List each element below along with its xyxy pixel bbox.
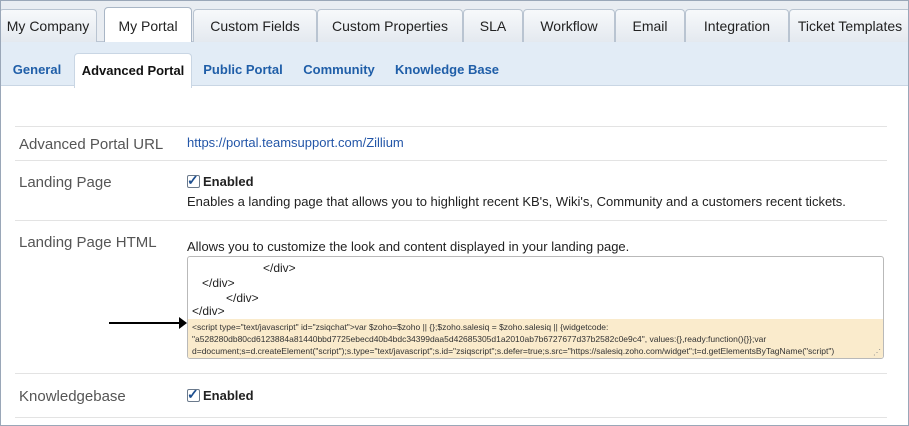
- tab-my-portal[interactable]: My Portal: [104, 7, 192, 43]
- subtab-general[interactable]: General: [11, 55, 63, 86]
- subtab-community[interactable]: Community: [303, 55, 375, 86]
- row-divider: [15, 160, 887, 161]
- sub-tab-bar: General Advanced Portal Public Portal Co…: [1, 42, 908, 88]
- arrow-right-icon: [109, 317, 187, 329]
- tab-my-company[interactable]: My Company: [1, 9, 97, 42]
- resize-handle-icon[interactable]: ⋰: [873, 348, 881, 357]
- knowledgebase-enabled-label: Enabled: [203, 388, 254, 403]
- landing-page-enabled-label: Enabled: [203, 174, 254, 189]
- script-line: d=document;s=d.createElement("script");s…: [192, 346, 835, 356]
- subtab-advanced-portal[interactable]: Advanced Portal: [74, 53, 192, 88]
- row-divider: [15, 126, 887, 127]
- script-line: <script type="text/javascript" id="zsiqc…: [192, 322, 609, 332]
- code-line: </div>: [226, 291, 259, 305]
- portal-settings-window: My Company My Portal Custom Fields Custo…: [0, 0, 909, 426]
- row-divider: [15, 417, 887, 418]
- tab-sla[interactable]: SLA: [463, 9, 523, 42]
- checkbox-checked-icon[interactable]: ✓: [187, 172, 200, 188]
- tab-custom-properties[interactable]: Custom Properties: [317, 9, 463, 42]
- tab-custom-fields[interactable]: Custom Fields: [193, 9, 317, 42]
- row-divider: [15, 220, 887, 221]
- tab-ticket-templates[interactable]: Ticket Templates: [789, 9, 908, 42]
- landing-page-enabled-checkbox[interactable]: ✓ Enabled: [187, 172, 254, 189]
- landing-page-description: Enables a landing page that allows you t…: [187, 194, 846, 209]
- landing-html-editor[interactable]: </div> </div> </div> </div> <script type…: [187, 256, 884, 359]
- code-line: </div>: [192, 304, 225, 318]
- row-divider: [15, 373, 887, 374]
- tab-integration[interactable]: Integration: [685, 9, 789, 42]
- landing-page-label: Landing Page: [19, 174, 112, 191]
- landing-html-description: Allows you to customize the look and con…: [187, 239, 630, 254]
- checkbox-checked-icon[interactable]: ✓: [187, 386, 200, 402]
- subtab-public-portal[interactable]: Public Portal: [203, 55, 283, 86]
- knowledgebase-enabled-checkbox[interactable]: ✓ Enabled: [187, 386, 254, 403]
- knowledgebase-label: Knowledgebase: [19, 388, 126, 405]
- tab-email[interactable]: Email: [615, 9, 685, 42]
- top-tab-bar: My Company My Portal Custom Fields Custo…: [1, 1, 908, 43]
- script-line: "a528280db80cd6123884a81440bbd7725ebecd4…: [192, 334, 767, 344]
- tab-workflow[interactable]: Workflow: [523, 9, 615, 42]
- portal-url-label: Advanced Portal URL: [19, 136, 164, 153]
- portal-url-link[interactable]: https://portal.teamsupport.com/Zillium: [187, 135, 404, 150]
- landing-html-label: Landing Page HTML: [19, 234, 157, 251]
- subtab-knowledge-base[interactable]: Knowledge Base: [395, 55, 499, 86]
- code-line: </div>: [263, 261, 296, 275]
- code-line: </div>: [202, 276, 235, 290]
